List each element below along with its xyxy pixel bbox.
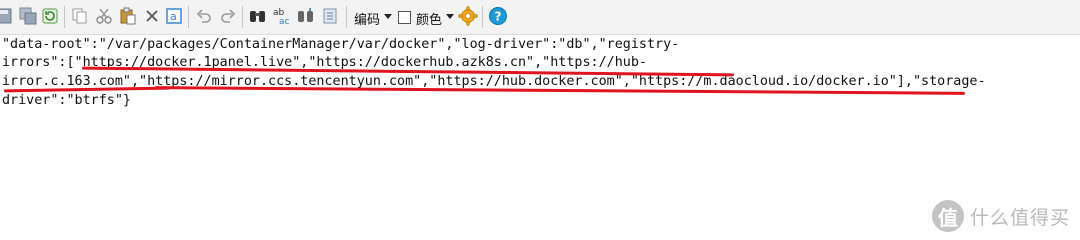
bookmark-icon[interactable] [320, 6, 340, 26]
goto-icon[interactable] [296, 6, 316, 26]
toolbar-separator [64, 6, 65, 28]
toolbar-separator [188, 6, 189, 28]
svg-text:a: a [170, 10, 177, 23]
paste-icon[interactable] [118, 6, 138, 26]
color-dropdown-caret-icon[interactable] [446, 14, 454, 19]
encoding-label[interactable]: 编码 [354, 9, 380, 28]
code-line-4: driver":"btrfs"} [2, 93, 131, 108]
save-all-icon[interactable] [18, 6, 38, 26]
svg-text:ac: ac [279, 17, 290, 26]
svg-text:?: ? [495, 10, 502, 24]
toolbar-separator [346, 6, 347, 28]
delete-icon[interactable] [142, 6, 162, 26]
encoding-dropdown-caret-icon[interactable] [384, 14, 392, 19]
reload-icon[interactable] [40, 6, 60, 26]
watermark: 值 什么值得买 [931, 200, 1070, 232]
select-all-icon[interactable]: a [164, 6, 184, 26]
text-editor[interactable]: "data-root":"/var/packages/ContainerMana… [0, 35, 1080, 211]
cut-icon[interactable] [94, 6, 114, 26]
toolbar-separator [482, 6, 483, 28]
replace-icon[interactable]: ab ac [272, 6, 292, 26]
toolbar-separator [242, 6, 243, 28]
toolbar: a ab ac 编码 颜色 ? [0, 0, 1080, 35]
undo-icon[interactable] [194, 6, 214, 26]
save-icon[interactable] [0, 6, 14, 26]
help-icon[interactable]: ? [488, 6, 508, 26]
watermark-logo: 值 [931, 200, 964, 232]
redo-icon[interactable] [218, 6, 238, 26]
copy-icon[interactable] [70, 6, 90, 26]
code-line-1: "data-root":"/var/packages/ContainerMana… [2, 37, 680, 52]
watermark-text: 什么值得买 [969, 206, 1070, 229]
color-checkbox[interactable] [398, 11, 411, 24]
gear-icon[interactable] [458, 6, 478, 26]
find-icon[interactable] [248, 6, 268, 26]
color-label[interactable]: 颜色 [416, 9, 442, 28]
